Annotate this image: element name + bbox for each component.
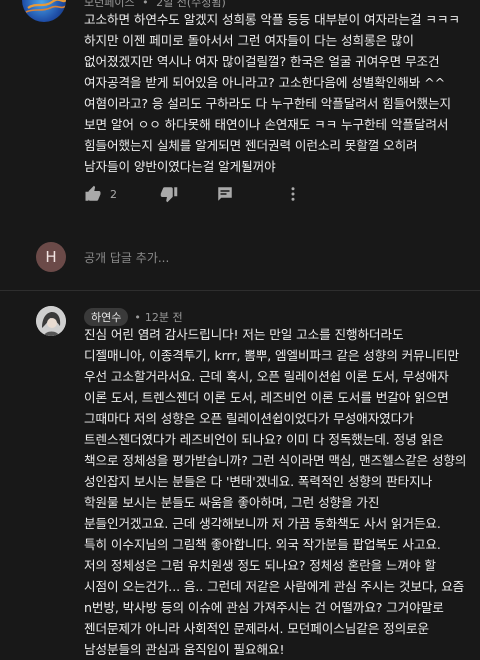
comment-time: 12분 전 <box>144 311 183 324</box>
thumbs-down-icon <box>160 187 178 203</box>
comment-text: 진심 어린 염려 감사드립니다! 저는 만일 고소를 진행하더라도 디젤매니아,… <box>84 327 467 657</box>
comment-text: 고소하면 하연수도 알겠지 성희롱 악플 등등 대부분이 여자라는걸 ㅋㅋㅋ 하… <box>84 12 460 174</box>
commenter-avatar[interactable] <box>22 0 66 22</box>
commenter-avatar[interactable] <box>36 306 66 336</box>
comment-author[interactable]: 모던페이스 <box>84 0 135 9</box>
reply-input-row[interactable]: H 공개 답글 추가... <box>0 236 480 276</box>
dislike-button[interactable] <box>160 185 178 203</box>
avatar-image <box>25 0 66 13</box>
comment-time: 2일 전(수정됨) <box>156 0 226 9</box>
more-vert-icon <box>291 187 295 201</box>
thumbs-up-icon <box>85 185 101 201</box>
like-button[interactable]: 2 <box>84 185 124 203</box>
like-count: 2 <box>110 187 117 201</box>
avatar-image <box>36 306 66 336</box>
user-avatar: H <box>36 242 66 272</box>
comment-actions: 2 <box>84 182 302 206</box>
reply-input[interactable]: 공개 답글 추가... <box>84 249 169 266</box>
thread-divider <box>0 290 480 291</box>
reply-comment-icon <box>218 187 232 201</box>
reply-button[interactable] <box>216 185 234 203</box>
comment-menu-button[interactable] <box>284 185 302 203</box>
